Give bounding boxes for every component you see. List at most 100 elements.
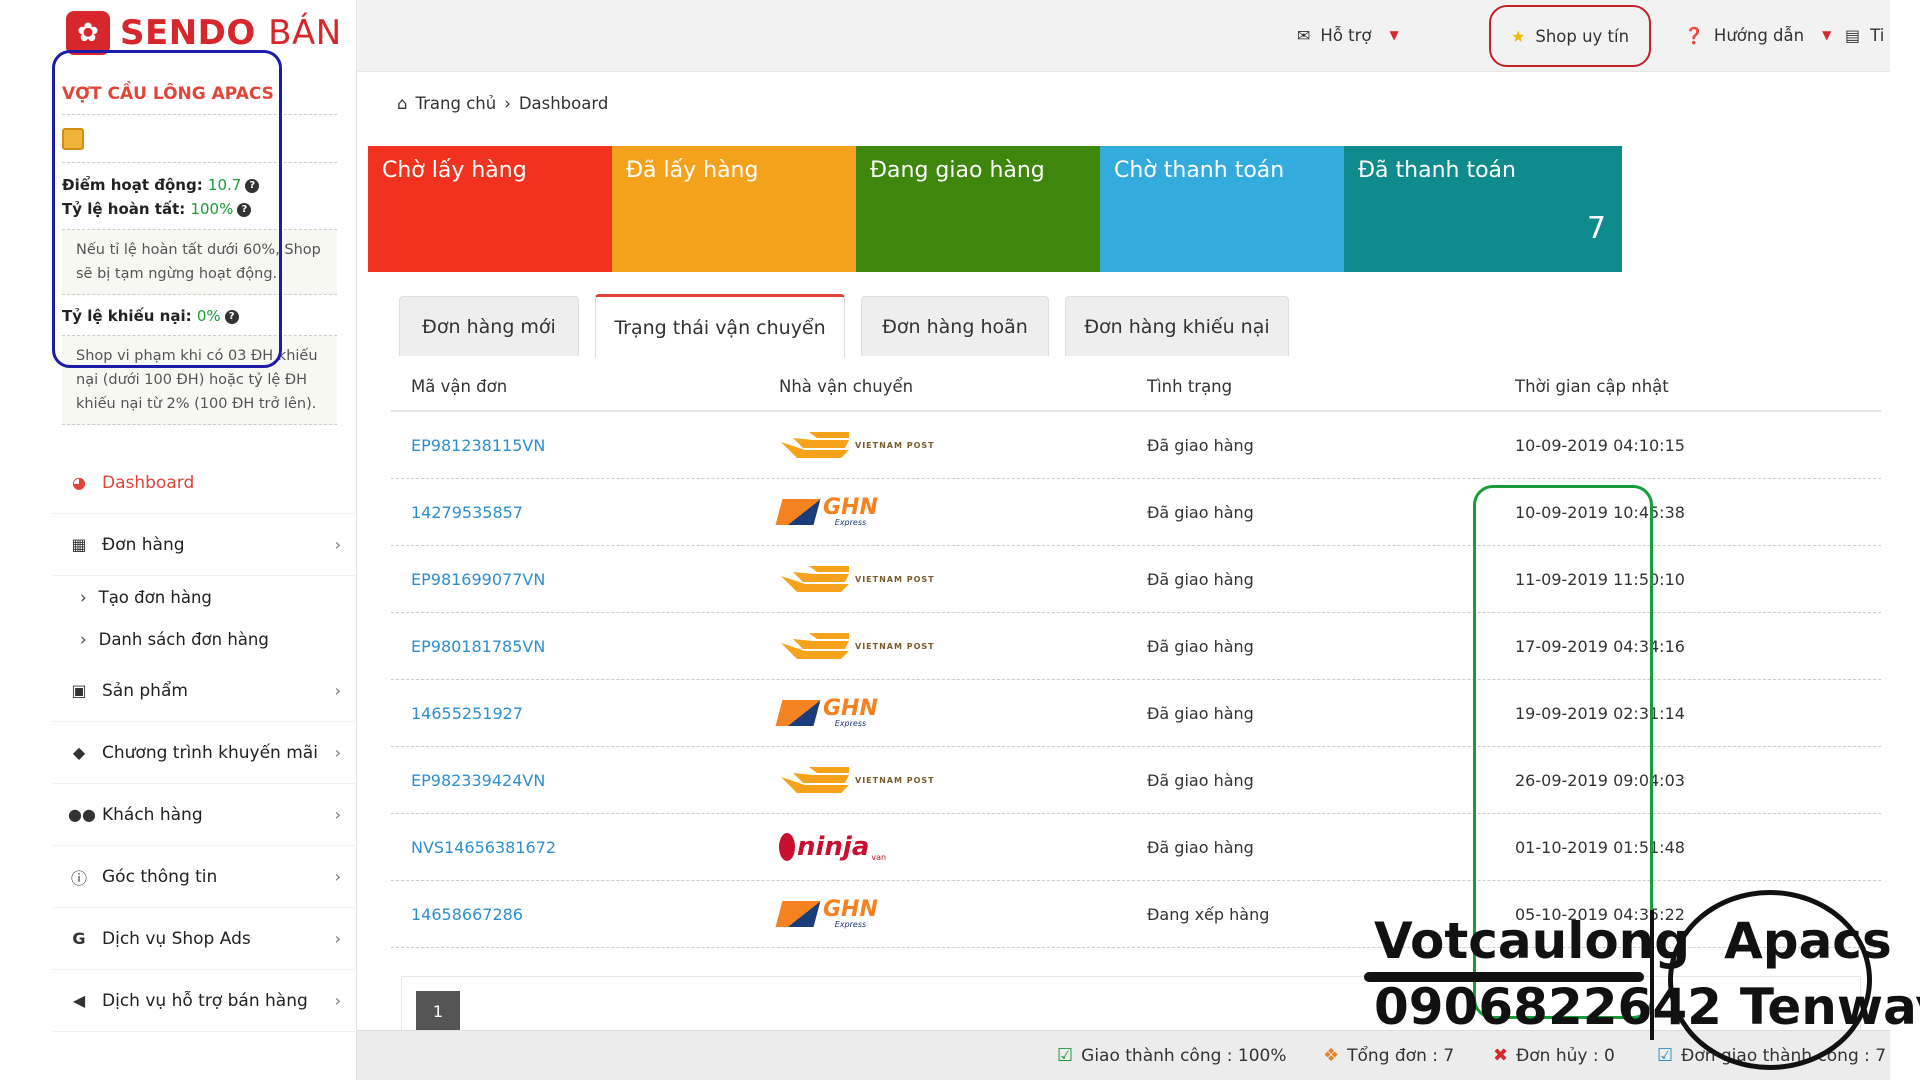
stat-card-paid[interactable]: Đã thanh toán 7 [1344,146,1622,272]
tracking-code-link[interactable]: 14655251927 [411,704,523,723]
carrier-logo-ghn: GHN Express [775,494,1127,527]
sidebar-item-info-corner[interactable]: ⓘ Góc thông tin › [52,846,357,908]
sidebar-subitem-order-list[interactable]: › Danh sách đơn hàng [52,618,357,660]
column-header-updated-time: Thời gian cập nhật [1515,376,1669,396]
watermark-text: Votcaulong [1374,912,1691,970]
carrier-name: GHN [823,494,878,520]
chevron-right-icon: › [334,929,341,948]
chevron-right-icon: › [334,681,341,700]
chevron-right-icon: › [334,535,341,554]
breadcrumb-separator: › [504,94,511,113]
sidebar-item-dashboard[interactable]: ◕ Dashboard [52,452,357,514]
column-header-tracking-code: Mã vận đơn [411,376,508,396]
stat-card-awaiting-payment[interactable]: Chờ thanh toán0 [1100,146,1378,272]
tab-label: Đơn hàng khiếu nại [1084,315,1270,338]
sendo-logo-icon: ✿ [66,11,110,55]
stat-card-picked-up[interactable]: Đã lấy hàng1 [612,146,890,272]
tab-shipping-status[interactable]: Trạng thái vận chuyển [595,294,845,358]
question-circle-icon: ❓ [1684,25,1704,45]
sidebar-item-shop-ads[interactable]: G Dịch vụ Shop Ads › [52,908,357,970]
sidebar-item-sales-support[interactable]: ◀ Dịch vụ hỗ trợ bán hàng › [52,970,357,1032]
carrier-logo-vietnampost: VIETNAM POST [779,629,1127,663]
tracking-code-link[interactable]: EP981699077VN [411,570,545,589]
stat-card-in-delivery[interactable]: Đang giao hàng0 [856,146,1134,272]
tab-new-orders[interactable]: Đơn hàng mới [399,296,579,356]
tracking-code-link[interactable]: 14658667286 [411,905,523,924]
watermark-separator [1650,910,1654,1040]
sidebar-menu: ◕ Dashboard ▦ Đơn hàng › › Tạo đơn hàng › Dan… [52,452,357,1032]
sidebar-item-products[interactable]: ▣ Sản phẩm › [52,660,357,722]
carrier-name: VIETNAM POST [855,574,935,584]
breadcrumb: ⌂ Trang chủ › Dashboard [397,94,608,113]
ghn-icon [775,700,821,726]
watermark-logo: VotcaulongApacs 0906822642Tenway [1364,880,1920,1080]
bullhorn-icon: ◀ [72,991,86,1010]
sidebar-item-promotions[interactable]: ◆ Chương trình khuyến mãi › [52,722,357,784]
home-icon[interactable]: ⌂ [397,94,407,113]
tags-icon: ◆ [72,743,86,762]
sidebar-item-label: Dashboard [102,472,195,493]
tracking-code-link[interactable]: EP982339424VN [411,771,545,790]
sidebar-item-orders[interactable]: ▦ Đơn hàng › [52,514,357,576]
tracking-code-link[interactable]: EP980181785VN [411,637,545,656]
tracking-code-link[interactable]: NVS14656381672 [411,838,556,857]
support-label: Hỗ trợ [1320,25,1372,45]
sidebar-subitem-create-order[interactable]: › Tạo đơn hàng [52,576,357,618]
carrier-subtitle: van [871,853,887,862]
page-button-current[interactable]: 1 [416,991,460,1031]
status-text: Đang xếp hàng [1147,904,1270,924]
chevron-right-icon: › [334,991,341,1010]
tab-label: Đơn hàng hoãn [882,315,1028,338]
footer-success-rate: ☑ Giao thành công : 100% [1057,1045,1287,1066]
ninjavan-icon [779,833,795,861]
stat-card-label: Đã thanh toán [1358,158,1516,183]
vietnampost-icon [781,767,849,793]
ghn-icon [775,901,821,927]
chevron-right-icon: › [80,587,87,607]
guide-menu[interactable]: ❓ Hướng dẫn ▼ [1684,18,1831,52]
dashboard-icon: ◕ [72,473,86,492]
app-root: ✿ SENDO BÁN VỢT CẦU LÔNG APACS Điểm hoạt… [52,0,1920,1080]
footer-success-rate-text: Giao thành công : 100% [1081,1045,1287,1066]
logo-text-light: BÁN [268,13,342,53]
updated-time: 10-09-2019 04:10:15 [1515,435,1685,455]
top-bar: ✉ Hỗ trợ ▼ ★ Shop uy tín ❓ Hướng dẫn ▼ ▤ Ti [357,0,1890,72]
more-menu[interactable]: ▤ Ti [1845,18,1884,52]
status-text: Đã giao hàng [1147,569,1254,589]
carrier-name: GHN [823,896,878,922]
carrier-name: VIETNAM POST [855,775,935,785]
carrier-logo-vietnampost: VIETNAM POST [779,763,1127,797]
users-icon: ●● [68,805,96,824]
chevron-right-icon: › [334,805,341,824]
tracking-code-link[interactable]: 14279535857 [411,503,523,522]
table-row: 14655251927 GHN Express Đã giao hàng 19-09-2… [391,680,1881,747]
vietnampost-icon [781,432,849,458]
stat-card-label: Chờ thanh toán [1114,158,1285,183]
breadcrumb-current: Dashboard [518,94,609,113]
watermark-circle [1668,890,1872,1070]
guide-label: Hướng dẫn [1713,25,1805,45]
sidebar-item-label: Sản phẩm [102,680,188,701]
shop-info-highlight [52,50,282,368]
carrier-name: VIETNAM POST [855,440,935,450]
tab-postponed-orders[interactable]: Đơn hàng hoãn [861,296,1049,356]
stat-card-awaiting-pickup[interactable]: Chờ lấy hàng0 [368,146,646,272]
vietnampost-icon [781,566,849,592]
sidebar-item-label: Chương trình khuyến mãi [102,742,318,763]
status-text: Đã giao hàng [1147,703,1254,723]
caret-down-icon: ▼ [1389,28,1399,42]
status-text: Đã giao hàng [1147,435,1254,455]
carrier-logo-ninjavan: ninja van [779,832,1127,862]
support-menu[interactable]: ✉ Hỗ trợ ▼ [1297,18,1399,52]
logo-text-bold: SENDO [120,13,256,53]
sidebar-item-label: Dịch vụ Shop Ads [102,928,251,949]
sidebar-subitem-label: Danh sách đơn hàng [98,629,269,649]
stat-card-label: Chờ lấy hàng [382,158,527,183]
stat-card-value: 7 [1586,211,1606,246]
trusted-shop-link[interactable]: ★ Shop uy tín [1489,5,1652,67]
tab-complaint-orders[interactable]: Đơn hàng khiếu nại [1065,296,1289,356]
cubes-icon: ❖ [1323,1045,1340,1066]
tracking-code-link[interactable]: EP981238115VN [411,436,545,455]
breadcrumb-home[interactable]: Trang chủ [415,94,496,113]
sidebar-item-customers[interactable]: ●● Khách hàng › [52,784,357,846]
